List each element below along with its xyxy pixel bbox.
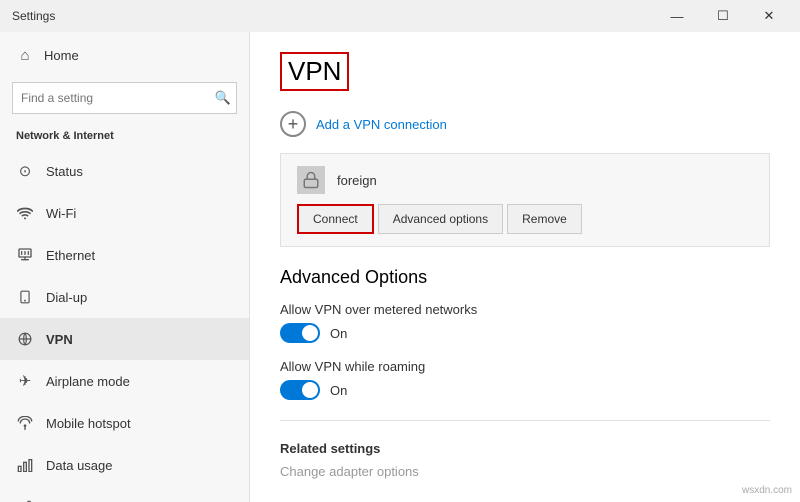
- sidebar-item-vpn[interactable]: VPN: [0, 318, 249, 360]
- add-vpn-row[interactable]: + Add a VPN connection: [280, 111, 770, 137]
- vpn-icon: [16, 330, 34, 348]
- sidebar-item-status[interactable]: ⊙ Status: [0, 150, 249, 192]
- window-controls: — ☐ ✕: [654, 0, 792, 32]
- sidebar-item-label: Ethernet: [46, 248, 95, 263]
- sidebar-section-title: Network & Internet: [0, 126, 249, 150]
- related-settings-section: Related settings Change adapter options: [280, 441, 770, 479]
- close-button[interactable]: ✕: [746, 0, 792, 32]
- main-content: VPN + Add a VPN connection foreign Co: [250, 32, 800, 502]
- sidebar-item-label: VPN: [46, 332, 73, 347]
- sidebar-item-ethernet[interactable]: Ethernet: [0, 234, 249, 276]
- home-label: Home: [44, 48, 79, 63]
- sidebar-item-home[interactable]: ⌂ Home: [0, 32, 249, 78]
- datausage-icon: [16, 456, 34, 474]
- sidebar-item-proxy[interactable]: Proxy: [0, 486, 249, 502]
- minimize-button[interactable]: —: [654, 0, 700, 32]
- connect-button[interactable]: Connect: [297, 204, 374, 234]
- option-metered-row: Allow VPN over metered networks On: [280, 302, 770, 343]
- add-icon: +: [280, 111, 306, 137]
- advanced-options-title: Advanced Options: [280, 267, 770, 288]
- title-bar: Settings — ☐ ✕: [0, 0, 800, 32]
- page-title: VPN: [280, 52, 349, 91]
- sidebar-item-label: Wi-Fi: [46, 206, 76, 221]
- sidebar-item-dialup[interactable]: Dial-up: [0, 276, 249, 318]
- vpn-connection-name: foreign: [337, 173, 377, 188]
- maximize-button[interactable]: ☐: [700, 0, 746, 32]
- home-icon: ⌂: [16, 46, 34, 64]
- sidebar-item-wifi[interactable]: Wi-Fi: [0, 192, 249, 234]
- sidebar-item-label: Airplane mode: [46, 374, 130, 389]
- option-roaming-row: Allow VPN while roaming On: [280, 359, 770, 400]
- remove-button[interactable]: Remove: [507, 204, 582, 234]
- content-area: ⌂ Home 🔍 Network & Internet ⊙ Status: [0, 32, 800, 502]
- toggle-roaming[interactable]: [280, 380, 320, 400]
- vpn-connection-icon: [297, 166, 325, 194]
- change-adapter-link[interactable]: Change adapter options: [280, 464, 770, 479]
- wifi-icon: [16, 204, 34, 222]
- sidebar-item-airplane[interactable]: ✈ Airplane mode: [0, 360, 249, 402]
- toggle-metered[interactable]: [280, 323, 320, 343]
- hotspot-icon: [16, 414, 34, 432]
- section-divider: [280, 420, 770, 421]
- option-roaming-label: Allow VPN while roaming: [280, 359, 770, 374]
- sidebar-item-label: Status: [46, 164, 83, 179]
- advanced-options-button[interactable]: Advanced options: [378, 204, 503, 234]
- ethernet-icon: [16, 246, 34, 264]
- vpn-connection-card: foreign Connect Advanced options Remove: [280, 153, 770, 247]
- sidebar-item-label: Data usage: [46, 458, 113, 473]
- dialup-icon: [16, 288, 34, 306]
- option-metered-label: Allow VPN over metered networks: [280, 302, 770, 317]
- watermark: wsxdn.com: [742, 485, 792, 496]
- sidebar-item-label: Dial-up: [46, 290, 87, 305]
- sidebar-search-container: 🔍: [12, 82, 237, 114]
- sidebar: ⌂ Home 🔍 Network & Internet ⊙ Status: [0, 32, 250, 502]
- related-settings-title: Related settings: [280, 441, 770, 456]
- status-icon: ⊙: [16, 162, 34, 180]
- settings-window: Settings — ☐ ✕ ⌂ Home 🔍 Network & Intern…: [0, 0, 800, 502]
- airplane-icon: ✈: [16, 372, 34, 390]
- toggle-metered-value: On: [330, 326, 347, 341]
- vpn-actions: Connect Advanced options Remove: [297, 204, 753, 234]
- add-vpn-label: Add a VPN connection: [316, 117, 447, 132]
- proxy-icon: [16, 498, 34, 502]
- search-input[interactable]: [12, 82, 237, 114]
- sidebar-item-hotspot[interactable]: Mobile hotspot: [0, 402, 249, 444]
- toggle-metered-row: On: [280, 323, 770, 343]
- search-icon: 🔍: [215, 90, 231, 106]
- window-title: Settings: [12, 9, 55, 23]
- vpn-connection-header: foreign: [297, 166, 753, 194]
- sidebar-item-datausage[interactable]: Data usage: [0, 444, 249, 486]
- toggle-roaming-row: On: [280, 380, 770, 400]
- sidebar-item-label: Mobile hotspot: [46, 416, 131, 431]
- toggle-roaming-value: On: [330, 383, 347, 398]
- advanced-options-section: Advanced Options Allow VPN over metered …: [280, 267, 770, 400]
